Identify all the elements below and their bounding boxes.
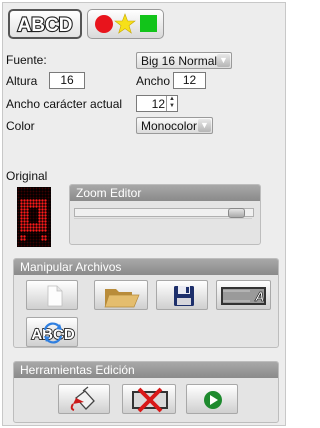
tab-text-font[interactable]: ABCD — [8, 9, 82, 39]
svg-text:ABCD: ABCD — [31, 326, 74, 343]
fill-button[interactable] — [58, 384, 110, 414]
green-square-icon — [140, 15, 157, 32]
tools-section-title: Herramientas Edición — [14, 362, 278, 378]
color-select[interactable]: Monocolor ▼ — [136, 117, 213, 134]
shapes-icon — [95, 13, 157, 34]
play-button[interactable] — [186, 384, 238, 414]
font-editor-panel: ABCD Fuente: Big 16 Normal ▼ Altura 16 A… — [2, 2, 286, 426]
open-folder-button[interactable] — [94, 280, 148, 310]
tools-section: Herramientas Edición — [13, 361, 279, 423]
svg-text:A: A — [254, 289, 264, 304]
tab-shapes[interactable] — [87, 9, 164, 39]
zoom-slider-track[interactable] — [74, 208, 254, 217]
new-file-icon — [47, 285, 63, 307]
red-circle-icon — [95, 15, 113, 33]
width-field[interactable]: 12 — [173, 72, 206, 89]
chevron-down-icon: ▼ — [198, 119, 211, 132]
zoom-editor-section: Zoom Editor — [69, 184, 261, 245]
color-label: Color — [6, 119, 35, 133]
font-label: Fuente: — [6, 53, 47, 67]
files-section: Manipular Archivos A ABCD — [13, 258, 279, 348]
play-icon — [204, 391, 222, 409]
abcd-logo-icon: ABCD — [16, 14, 73, 37]
stepper-up-icon[interactable]: ▲ — [167, 96, 177, 103]
files-section-title: Manipular Archivos — [14, 259, 278, 275]
original-glyph-preview — [17, 187, 51, 247]
width-label: Ancho — [136, 74, 171, 88]
stepper-down-icon[interactable]: ▼ — [167, 103, 177, 110]
font-select[interactable]: Big 16 Normal ▼ — [136, 52, 232, 69]
save-button[interactable] — [156, 280, 208, 310]
open-folder-icon — [104, 289, 140, 308]
save-disk-icon — [174, 286, 194, 306]
convert-abcd-button[interactable]: ABCD — [26, 317, 78, 347]
film-a-icon: A — [221, 287, 266, 305]
char-width-stepper[interactable]: 12 ▲ ▼ — [136, 95, 178, 112]
paint-bucket-icon — [70, 386, 95, 411]
zoom-slider-thumb[interactable] — [228, 208, 245, 218]
yellow-star-icon — [114, 13, 136, 34]
zoom-editor-title: Zoom Editor — [70, 185, 260, 201]
original-label: Original — [6, 169, 48, 183]
new-file-button[interactable] — [26, 280, 78, 310]
abcd-convert-icon: ABCD — [30, 322, 76, 344]
height-label: Altura — [6, 74, 38, 88]
delete-button[interactable] — [122, 384, 176, 414]
font-select-value: Big 16 Normal — [141, 54, 218, 68]
delete-film-icon — [132, 387, 168, 413]
tab-abcd-label: ABCD — [18, 15, 73, 36]
chevron-down-icon: ▼ — [217, 54, 230, 67]
color-select-value: Monocolor — [141, 119, 198, 133]
char-width-label: Ancho carácter actual — [6, 97, 123, 111]
export-film-button[interactable]: A — [216, 280, 271, 310]
char-width-value: 12 — [151, 97, 165, 111]
height-field[interactable]: 16 — [49, 72, 85, 89]
